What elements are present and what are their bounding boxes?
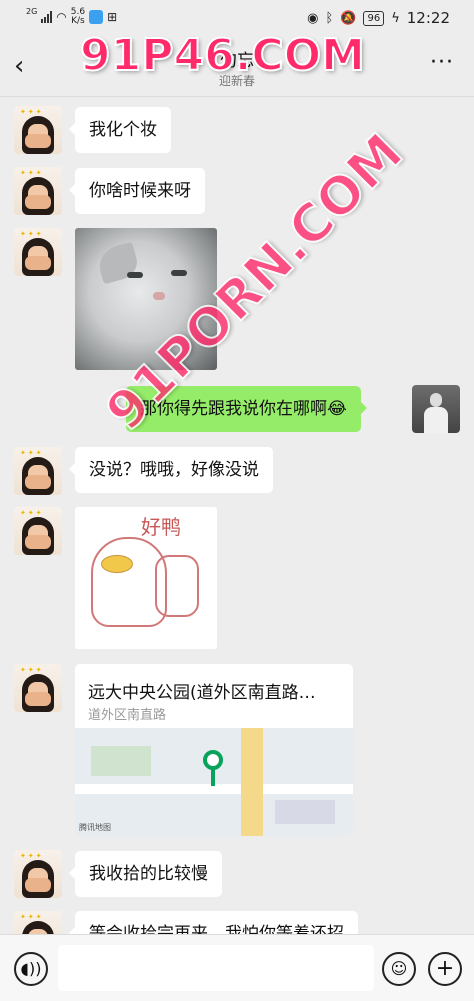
message-bubble-received[interactable]: 没说？哦哦，好像没说 (69, 447, 273, 493)
wifi-icon: ◠ (56, 10, 67, 24)
plus-icon[interactable]: + (428, 952, 462, 986)
contact-avatar[interactable]: ✦✦✦ (14, 850, 62, 898)
location-address: 道外区南直路 (88, 708, 167, 723)
duck-sticker-message[interactable]: 好鸭 (75, 507, 217, 649)
message-bubble-sent[interactable]: 那你得先跟我说你在哪啊😂 (126, 386, 367, 432)
emoji-icon[interactable]: ☺ (382, 952, 416, 986)
location-card[interactable]: 远大中央公园(道外区南直路… 道外区南直路 腾讯地图 (75, 664, 353, 836)
more-options-icon[interactable]: ··· (430, 52, 454, 74)
duck-paw (155, 555, 199, 617)
message-bubble-received[interactable]: 我化个妆 (69, 107, 171, 153)
clock: 12:22 (406, 9, 450, 27)
contact-avatar[interactable]: ✦✦✦ (14, 507, 62, 555)
message-input[interactable] (58, 945, 374, 991)
cat-photo-message[interactable] (75, 228, 217, 370)
map-credit: 腾讯地图 (79, 823, 111, 832)
contact-avatar[interactable]: ✦✦✦ (14, 167, 62, 215)
mute-bell-icon: 🔕 (340, 10, 357, 26)
contact-avatar[interactable]: ✦✦✦ (14, 228, 62, 276)
signal-icon (41, 11, 53, 23)
chat-title: 勿忘 (220, 51, 254, 71)
message-bubble-received[interactable]: 你啥时候来呀 (69, 168, 205, 214)
my-avatar[interactable] (412, 385, 460, 433)
message-bubble-received[interactable]: 我收拾的比较慢 (69, 851, 222, 897)
eye-icon: ◉ (307, 10, 319, 26)
location-map: 腾讯地图 (75, 728, 353, 836)
bluetooth-icon: ᛒ (325, 10, 334, 26)
chat-subtitle: 迎新春 (218, 74, 255, 88)
contact-avatar[interactable]: ✦✦✦ (14, 664, 62, 712)
net-speed: 5.6 K/s (71, 8, 85, 26)
input-bar: ◖)) ☺ + (0, 934, 474, 1001)
net-speed-unit: K/s (71, 16, 85, 26)
charging-icon: ϟ (391, 10, 400, 26)
chat-header: ‹ 勿忘 迎新春 ··· (0, 38, 474, 97)
contact-avatar[interactable]: ✦✦✦ (14, 447, 62, 495)
notification-app-icon: ⊞ (107, 10, 118, 24)
battery-indicator: 96 (363, 10, 385, 26)
search-app-icon (89, 10, 104, 24)
voice-input-icon[interactable]: ◖)) (14, 952, 48, 986)
sticker-text: 好鸭 (141, 515, 181, 539)
contact-avatar[interactable]: ✦✦✦ (14, 106, 62, 154)
duck-beak (101, 555, 133, 573)
network-type: 2G (26, 6, 38, 16)
location-title: 远大中央公园(道外区南直路… (88, 683, 316, 703)
map-pin-icon (203, 750, 223, 770)
status-bar: 2G ◠ 5.6 K/s ⊞ ◉ ᛒ 🔕 96 ϟ 12:22 (0, 0, 474, 38)
